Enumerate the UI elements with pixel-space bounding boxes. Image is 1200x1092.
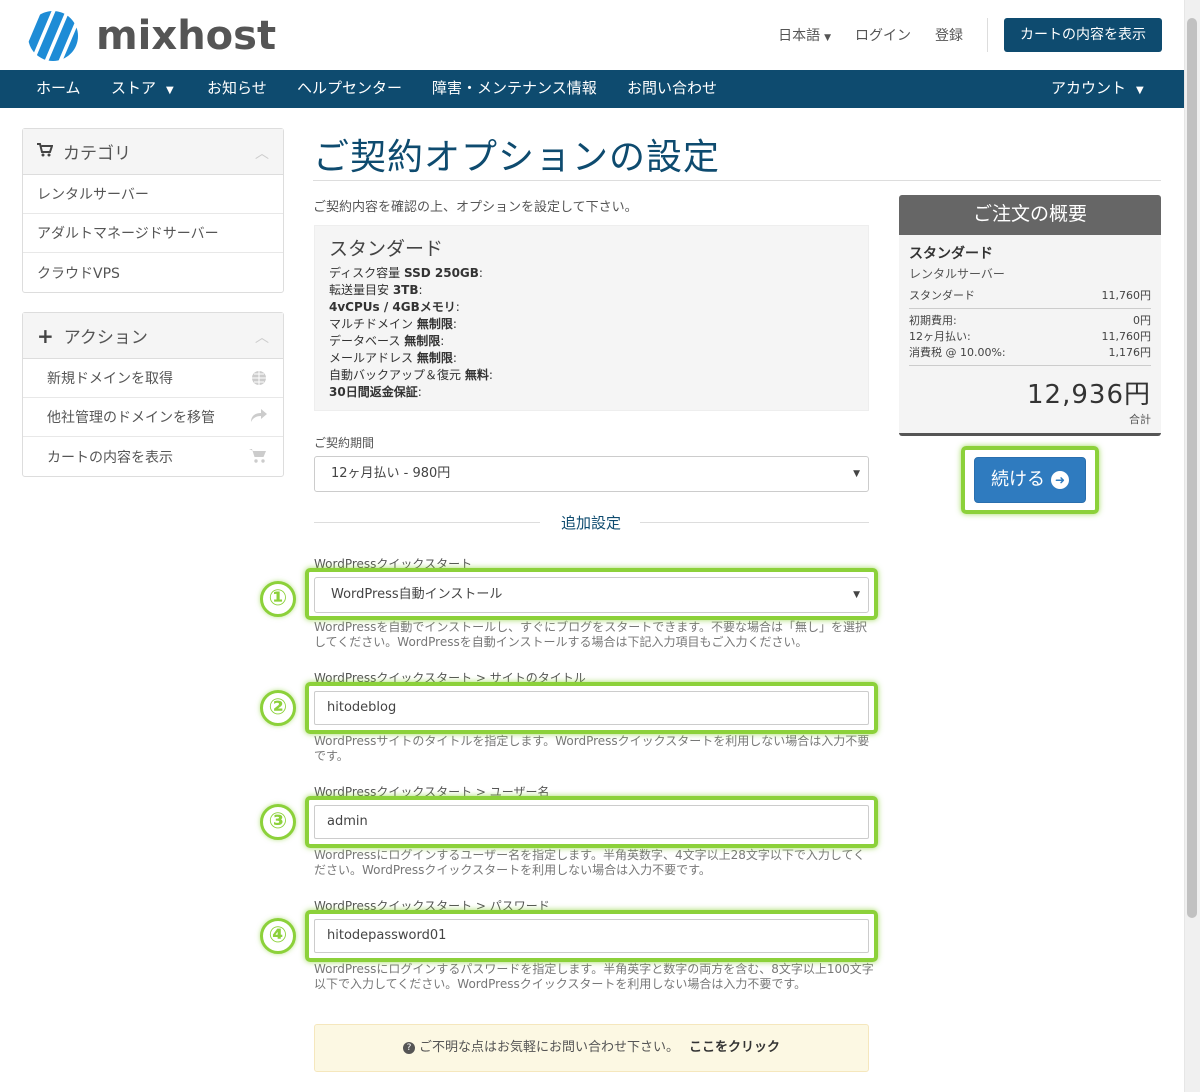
- nav-news[interactable]: お知らせ: [207, 70, 267, 108]
- globe-icon: [251, 370, 267, 390]
- page-title: ご契約オプションの設定: [313, 137, 721, 178]
- spec-line: 自動バックアップ＆復元 無料:: [329, 368, 493, 382]
- summary-divider: [909, 365, 1151, 366]
- summary-total-label: 合計: [1129, 413, 1151, 426]
- summary-tax: 消費税 @ 10.00%: 1,176円: [909, 346, 1151, 359]
- username-help: WordPressにログインするユーザー名を指定します。半角英数字、4文字以上2…: [314, 848, 866, 877]
- categories-title: カテゴリ: [63, 144, 131, 164]
- cart-icon: [37, 142, 54, 161]
- title-divider: [313, 180, 1161, 181]
- spec-line: ディスク容量 SSD 250GB:: [329, 266, 483, 280]
- summary-line-item: スタンダード 11,760円: [909, 289, 1151, 302]
- summary-setup-fee: 初期費用: 0円: [909, 314, 1151, 327]
- billing-cycle-label: ご契約期間: [314, 436, 375, 450]
- nav-contact[interactable]: お問い合わせ: [627, 70, 717, 108]
- additional-settings-heading: 追加設定: [560, 514, 621, 532]
- sidebar-item-cloud-vps[interactable]: クラウドVPS: [23, 253, 283, 292]
- notice-link[interactable]: ここをクリック: [689, 1040, 780, 1055]
- register-link[interactable]: 登録: [935, 25, 963, 45]
- caret-down-icon: ▼: [166, 85, 174, 96]
- logo-text: mixhost: [96, 13, 277, 59]
- caret-down-icon: ▼: [824, 33, 831, 43]
- actions-panel: + アクション ︿ 新規ドメインを取得 他社管理のドメインを移管 カートの内容を…: [22, 312, 284, 477]
- plan-details: スタンダード ディスク容量 SSD 250GB: 転送量目安 3TB: 4vCP…: [314, 225, 869, 411]
- summary-divider: [909, 308, 1151, 309]
- continue-label: 続ける: [991, 469, 1045, 490]
- billing-cycle-value: 12ヶ月払い - 980円: [331, 466, 451, 481]
- highlight-frame: [305, 910, 878, 962]
- sidebar-item-adult-managed-server[interactable]: アダルトマネージドサーバー: [23, 214, 283, 253]
- continue-button[interactable]: 続ける ➜: [974, 457, 1086, 503]
- spec-line: マルチドメイン 無制限:: [329, 317, 457, 331]
- section-divider-right: [640, 522, 869, 523]
- header-separator: [987, 18, 988, 52]
- nav-help-center[interactable]: ヘルプセンター: [297, 70, 402, 108]
- spec-line: データベース 無制限:: [329, 334, 445, 348]
- logo[interactable]: mixhost: [20, 8, 276, 64]
- language-label: 日本語: [778, 28, 821, 44]
- summary-plan-category: レンタルサーバー: [909, 267, 1005, 281]
- caret-down-icon: ▼: [1136, 85, 1144, 96]
- sidebar-item-label: 他社管理のドメインを移管: [47, 410, 215, 426]
- login-link[interactable]: ログイン: [855, 25, 911, 45]
- main-nav: ホーム ストア ▼ お知らせ ヘルプセンター 障害・メンテナンス情報 お問い合わせ…: [0, 70, 1184, 108]
- question-icon: ?: [402, 1041, 415, 1054]
- sidebar-item-rental-server[interactable]: レンタルサーバー: [23, 175, 283, 214]
- sidebar-item-label: 新規ドメインを取得: [47, 371, 173, 387]
- share-icon: [251, 409, 267, 427]
- actions-header[interactable]: + アクション ︿: [23, 313, 283, 359]
- annotation-number: ②: [260, 690, 296, 726]
- highlight-frame: [305, 568, 878, 620]
- categories-panel: カテゴリ ︿ レンタルサーバー アダルトマネージドサーバー クラウドVPS: [22, 128, 284, 293]
- section-divider-left: [314, 522, 540, 523]
- summary-billing: 12ヶ月払い: 11,760円: [909, 330, 1151, 343]
- password-help: WordPressにログインするパスワードを指定します。半角英字と数字の両方を含…: [314, 962, 874, 991]
- spec-line: 4vCPUs / 4GBメモリ:: [329, 300, 460, 314]
- cart-icon: [249, 448, 267, 467]
- summary-plan-name: スタンダード: [909, 246, 993, 262]
- nav-status[interactable]: 障害・メンテナンス情報: [432, 70, 597, 108]
- spec-line: メールアドレス 無制限:: [329, 351, 457, 365]
- wp-quickstart-help: WordPressを自動でインストールし、すぐにブログをスタートできます。不要な…: [314, 620, 867, 649]
- intro-text: ご契約内容を確認の上、オプションを設定して下さい。: [313, 200, 638, 215]
- order-summary-title: ご注文の概要: [899, 195, 1161, 235]
- sidebar-item-transfer-domain[interactable]: 他社管理のドメインを移管: [23, 398, 283, 437]
- notice-text: ご不明な点はお気軽にお問い合わせ下さい。: [418, 1040, 679, 1055]
- categories-header[interactable]: カテゴリ ︿: [23, 129, 283, 175]
- view-cart-button[interactable]: カートの内容を表示: [1004, 18, 1162, 52]
- annotation-number: ①: [260, 581, 296, 617]
- logo-icon: [28, 11, 78, 61]
- nav-account-label: アカウント: [1051, 79, 1127, 97]
- help-notice: ? ご不明な点はお気軽にお問い合わせ下さい。 ここをクリック: [314, 1024, 869, 1072]
- sidebar-item-label: カートの内容を表示: [47, 449, 173, 466]
- sidebar-item-register-domain[interactable]: 新規ドメインを取得: [23, 359, 283, 398]
- nav-store[interactable]: ストア ▼: [111, 70, 174, 108]
- highlight-frame: [305, 682, 878, 734]
- nav-store-label: ストア: [111, 79, 157, 97]
- spec-line: 30日間返金保証:: [329, 385, 422, 399]
- billing-cycle-select[interactable]: 12ヶ月払い - 980円 ▼: [314, 456, 869, 492]
- arrow-circle-right-icon: ➜: [1051, 471, 1069, 489]
- language-selector[interactable]: 日本語 ▼: [778, 25, 831, 45]
- order-summary: ご注文の概要 スタンダード レンタルサーバー スタンダード 11,760円 初期費…: [899, 195, 1161, 436]
- spec-line: 転送量目安 3TB:: [329, 283, 423, 297]
- actions-title: アクション: [63, 328, 148, 348]
- chevron-up-icon[interactable]: ︿: [255, 327, 269, 347]
- dropdown-arrow-icon: ▼: [853, 469, 860, 479]
- top-links: 日本語 ▼ ログイン 登録 カートの内容を表示: [778, 18, 1162, 52]
- site-title-help: WordPressサイトのタイトルを指定します。WordPressクイックスター…: [314, 734, 870, 763]
- scrollbar[interactable]: [1184, 0, 1200, 1092]
- top-header: mixhost 日本語 ▼ ログイン 登録 カートの内容を表示: [0, 0, 1200, 70]
- sidebar-item-view-cart[interactable]: カートの内容を表示: [23, 437, 283, 476]
- annotation-number: ③: [260, 804, 296, 840]
- chevron-up-icon[interactable]: ︿: [255, 143, 269, 163]
- plus-icon: +: [37, 323, 54, 348]
- nav-home[interactable]: ホーム: [36, 70, 81, 108]
- scrollbar-thumb[interactable]: [1187, 18, 1197, 918]
- annotation-number: ④: [260, 918, 296, 954]
- highlight-frame: [305, 796, 878, 848]
- plan-name: スタンダード: [329, 238, 444, 260]
- summary-total: 12,936円: [1027, 380, 1151, 410]
- nav-account[interactable]: アカウント ▼: [1051, 70, 1144, 108]
